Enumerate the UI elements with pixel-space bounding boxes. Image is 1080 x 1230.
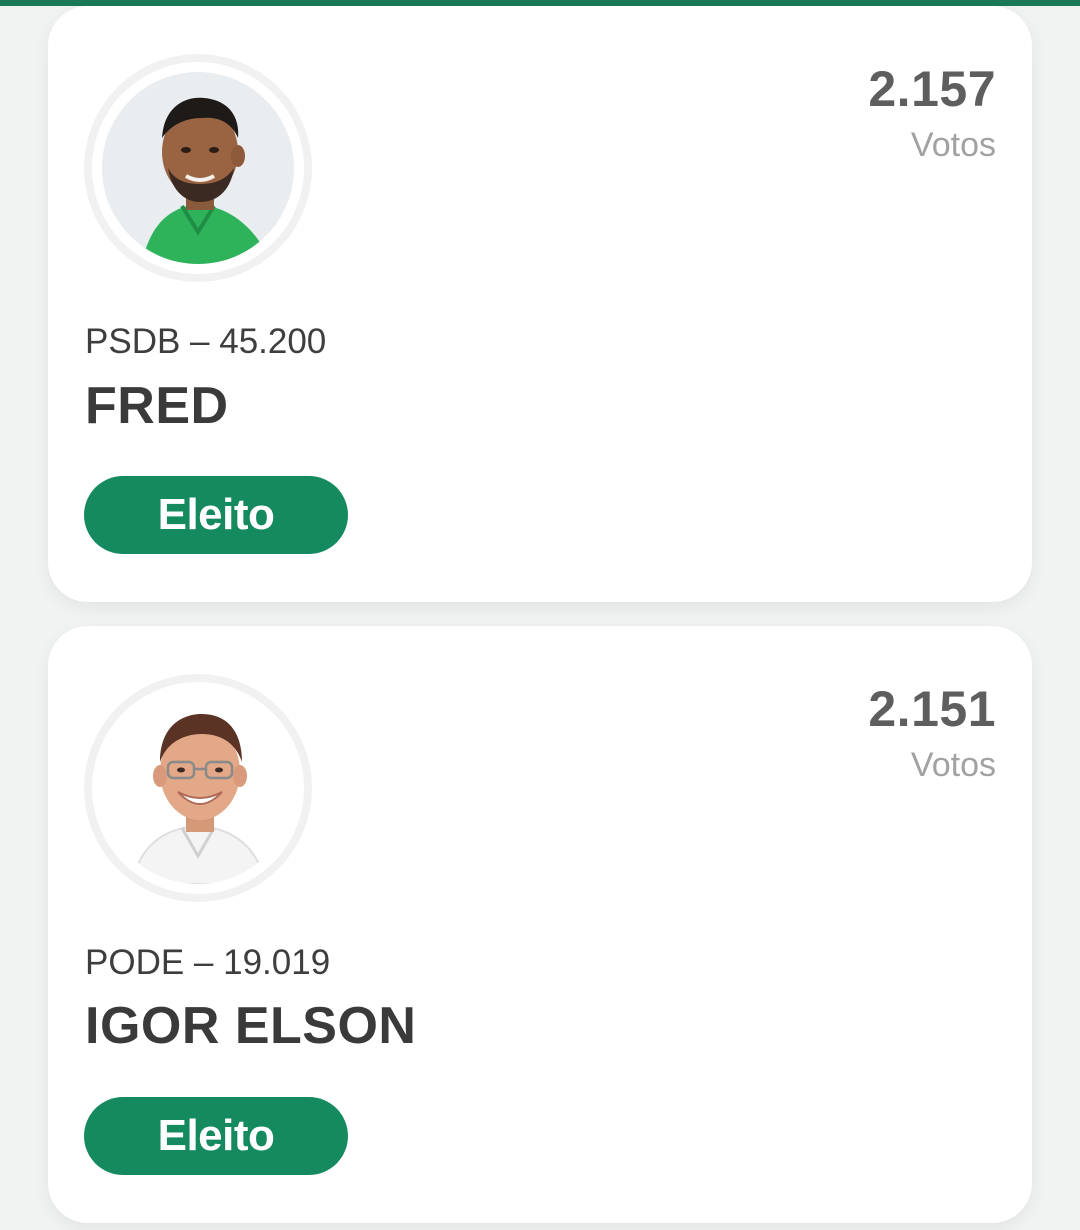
status-elected-badge[interactable]: Eleito	[84, 476, 348, 554]
votes-label: Votos	[910, 126, 996, 164]
candidate-card: 2.151 Votos PODE – 19.019 IGOR ELSON Ele…	[48, 626, 1032, 1223]
candidate-photo	[102, 692, 294, 884]
votes-block: 2.157 Votos	[868, 64, 996, 162]
candidate-photo	[102, 72, 294, 264]
status-elected-badge[interactable]: Eleito	[84, 1097, 348, 1175]
votes-count: 2.157	[868, 61, 996, 117]
party-number: PSDB – 45.200	[85, 322, 327, 361]
votes-block: 2.151 Votos	[868, 684, 996, 782]
votes-label: Votos	[910, 746, 996, 784]
candidate-card: 2.157 Votos PSDB – 45.200 FRED Eleito	[48, 6, 1032, 602]
candidate-name: IGOR ELSON	[85, 997, 417, 1055]
votes-count: 2.151	[868, 681, 996, 737]
candidate-avatar	[84, 674, 312, 902]
candidate-name: FRED	[85, 377, 229, 435]
party-number: PODE – 19.019	[85, 943, 331, 982]
candidate-avatar	[84, 54, 312, 282]
